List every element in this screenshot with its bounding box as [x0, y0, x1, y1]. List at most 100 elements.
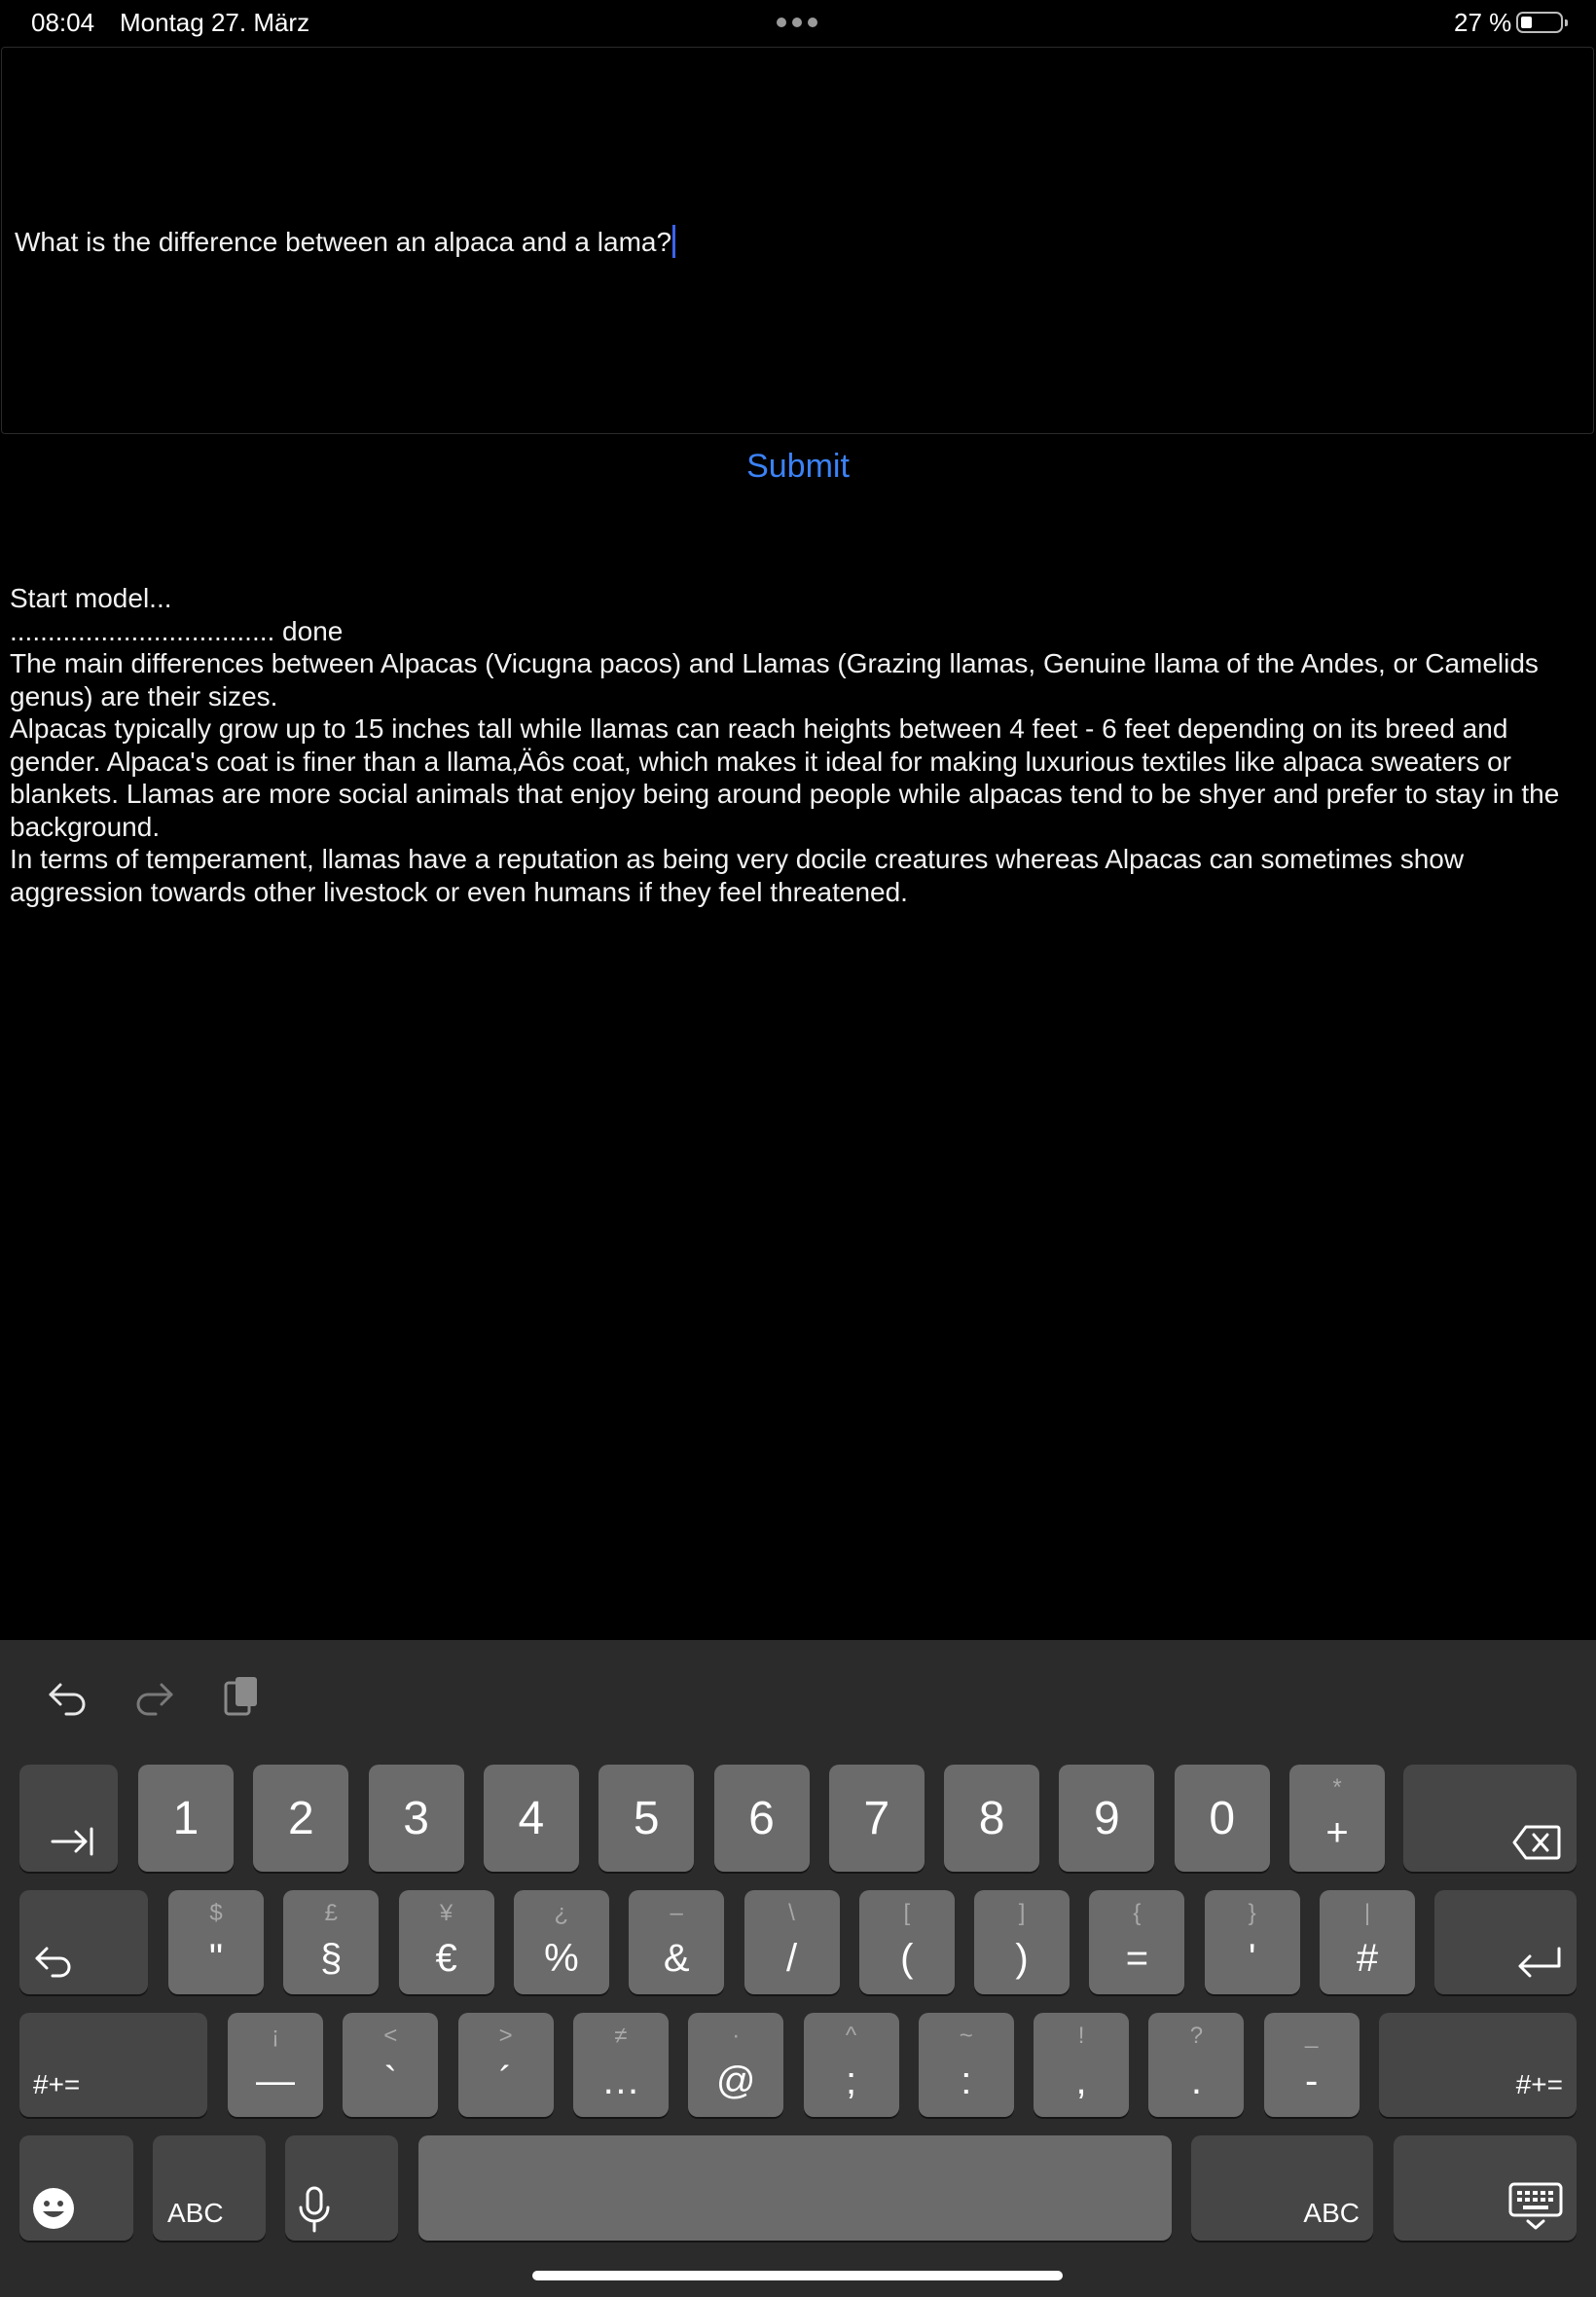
emoji-icon — [33, 2188, 74, 2229]
return-key[interactable] — [1434, 1890, 1577, 1994]
space-bar[interactable] — [418, 2135, 1172, 2241]
key[interactable]: \ / — [744, 1890, 840, 1994]
key[interactable]: ~: — [918, 2013, 1014, 2117]
output-line: The main differences between Alpacas (Vi… — [10, 648, 1539, 711]
key[interactable]: ^; — [803, 2013, 899, 2117]
tab-icon — [51, 1827, 93, 1856]
key[interactable]: ]) — [974, 1890, 1070, 1994]
key[interactable]: · @ — [688, 2013, 784, 2117]
abc-key-right[interactable]: ABC — [1191, 2135, 1373, 2241]
key[interactable]: > ´ — [457, 2013, 554, 2117]
key-secondary-label: – — [670, 1900, 683, 1926]
key[interactable]: 2 — [253, 1765, 349, 1872]
status-time: 08:04 — [31, 8, 95, 37]
multitasking-dots-icon[interactable] — [777, 18, 817, 27]
key-label: & — [663, 1937, 690, 1980]
key-secondary-label: ! — [1077, 2023, 1085, 2049]
key-label: ` — [383, 2060, 397, 2102]
key[interactable]: ¿% — [513, 1890, 609, 1994]
key-label: . — [1190, 2060, 1202, 2102]
key-secondary-label: [ — [903, 1900, 911, 1926]
key-label: § — [320, 1937, 343, 1980]
key-secondary-label: ≠ — [614, 2023, 628, 2049]
key[interactable]: * + — [1289, 1765, 1385, 1872]
key-secondary-label: { — [1133, 1900, 1142, 1926]
output-line: Alpacas typically grow up to 15 inches t… — [10, 713, 1560, 842]
key[interactable]: 0 — [1174, 1765, 1270, 1872]
key[interactable]: 6 — [713, 1765, 810, 1872]
key-label: 6 — [748, 1793, 775, 1844]
key-label: — — [256, 2060, 295, 2102]
microphone-icon — [299, 2186, 330, 2233]
key-label: 5 — [633, 1793, 660, 1844]
key-secondary-label: ~ — [959, 2023, 973, 2049]
key[interactable]: 7 — [828, 1765, 925, 1872]
key-label: 1 — [172, 1793, 200, 1844]
symbols-key-right[interactable]: #+= — [1379, 2013, 1577, 2117]
microphone-key[interactable] — [285, 2135, 398, 2241]
key[interactable]: 3 — [368, 1765, 464, 1872]
key-secondary-label: · — [732, 2023, 741, 2049]
key[interactable]: ¡ — — [228, 2013, 323, 2117]
undo-key[interactable] — [19, 1890, 148, 1994]
key[interactable]: ≠… — [572, 2013, 669, 2117]
key[interactable]: [( — [858, 1890, 955, 1994]
emoji-key[interactable] — [19, 2135, 133, 2241]
key-secondary-label: ] — [1018, 1900, 1026, 1926]
key[interactable]: ?. — [1148, 2013, 1245, 2117]
key-secondary-label: ¡ — [272, 2023, 279, 2049]
key[interactable]: < ` — [343, 2013, 439, 2117]
key-secondary-label: < — [383, 2023, 398, 2049]
undo-icon — [35, 1947, 71, 1978]
key[interactable]: 5 — [598, 1765, 695, 1872]
submit-button[interactable]: Submit — [0, 448, 1596, 486]
key-secondary-label: \ — [788, 1900, 795, 1926]
symbols-key-left[interactable]: #+= — [19, 2013, 207, 2117]
key[interactable]: {= — [1089, 1890, 1185, 1994]
key[interactable]: } ' — [1204, 1890, 1300, 1994]
key-label: % — [544, 1937, 579, 1980]
key-secondary-label: £ — [324, 1900, 338, 1926]
key[interactable]: 8 — [944, 1765, 1040, 1872]
home-indicator[interactable] — [532, 2271, 1063, 2280]
key-secondary-label: $ — [209, 1900, 223, 1926]
on-screen-keyboard: 1 2 3 4 5 6 7 8 9 0 * + $ " £ § ¥ € ¿% – & \ /[(]){=} ' | # #+= … — [0, 1640, 1596, 2297]
key-secondary-label: ^ — [845, 2023, 857, 2049]
key-label: + — [1325, 1811, 1349, 1854]
battery-icon — [1516, 12, 1568, 33]
key[interactable]: 4 — [483, 1765, 579, 1872]
key[interactable]: £ § — [283, 1890, 380, 1994]
redo-icon[interactable] — [127, 1669, 181, 1724]
keyboard-dismiss-icon — [1508, 2182, 1563, 2230]
key[interactable]: 1 — [138, 1765, 234, 1872]
key-secondary-label: } — [1248, 1900, 1256, 1926]
key[interactable]: $ " — [168, 1890, 264, 1994]
key[interactable]: ¥ € — [398, 1890, 494, 1994]
key-label: 4 — [518, 1793, 545, 1844]
key-secondary-label: ¥ — [439, 1900, 453, 1926]
key[interactable]: !, — [1034, 2013, 1130, 2117]
tab-key[interactable] — [19, 1765, 118, 1872]
status-bar: 08:04 Montag 27. März 27 % — [0, 0, 1596, 47]
key-label: - — [1305, 2060, 1319, 2102]
key-label: @ — [715, 2060, 756, 2102]
key-label: = — [1125, 1937, 1149, 1980]
key-label: € — [435, 1937, 457, 1980]
battery-percentage: 27 % — [1454, 8, 1512, 37]
delete-key[interactable] — [1403, 1765, 1577, 1872]
undo-icon[interactable] — [41, 1669, 95, 1724]
dismiss-keyboard-key[interactable] — [1394, 2135, 1577, 2241]
key-secondary-label: ? — [1189, 2023, 1204, 2049]
key-secondary-label: ¿ — [554, 1900, 569, 1926]
key[interactable]: | # — [1320, 1890, 1415, 1994]
paste-icon[interactable] — [216, 1669, 271, 1724]
key-label: ) — [1015, 1937, 1029, 1980]
key-label: 9 — [1094, 1793, 1120, 1844]
abc-key-left[interactable]: ABC — [153, 2135, 266, 2241]
key[interactable]: _ - — [1263, 2013, 1360, 2117]
text-caret — [672, 225, 676, 258]
key-label: 7 — [863, 1793, 890, 1844]
key[interactable]: – & — [629, 1890, 725, 1994]
query-text-editor[interactable]: What is the difference between an alpaca… — [1, 47, 1594, 434]
key[interactable]: 9 — [1059, 1765, 1155, 1872]
